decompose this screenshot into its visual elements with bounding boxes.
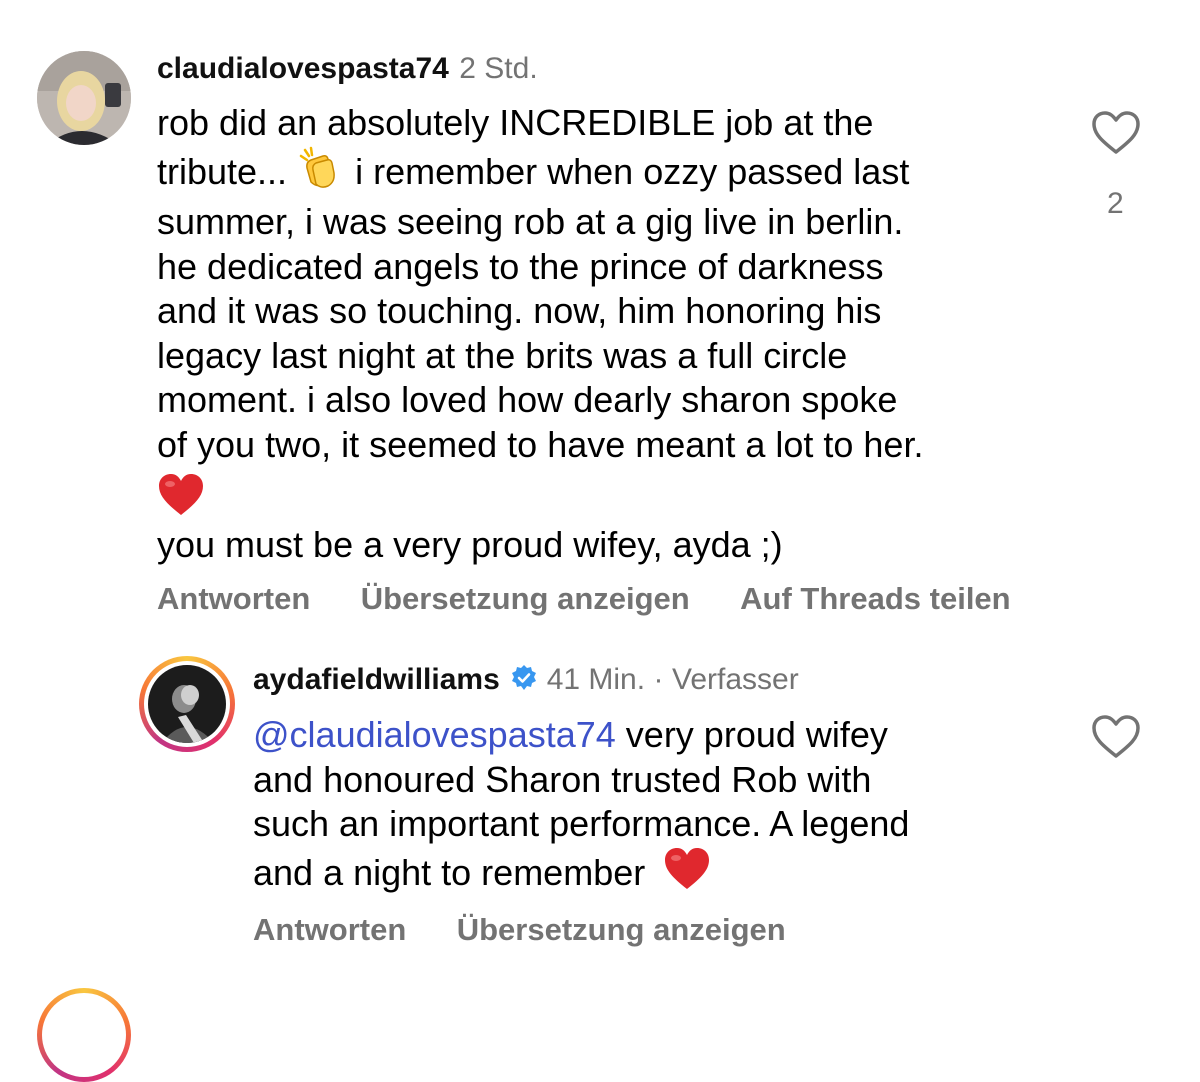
mention-link[interactable]: @claudialovespasta74	[253, 714, 616, 755]
timestamp: 2 Std.	[459, 52, 538, 85]
like-count: 2	[1107, 187, 1124, 220]
separator: ·	[653, 663, 664, 696]
comment-claudialovespasta74: claudialovespasta74 2 Std. rob did an ab…	[0, 0, 1200, 640]
avatar[interactable]	[37, 51, 131, 145]
username[interactable]: claudialovespasta74	[157, 52, 449, 85]
comment-body: @claudialovespasta74 very proud wifey an…	[253, 713, 909, 901]
comment-line: legacy last night at the brits was a ful…	[157, 334, 848, 376]
reply-button[interactable]: Antworten	[157, 581, 310, 616]
comment-actions: Antworten Übersetzung anzeigen Auf Threa…	[157, 581, 1011, 617]
comment-line: rob did an absolutely INCREDIBLE job at …	[157, 102, 874, 143]
comment-line: you must be a very proud wifey, ayda ;)	[157, 524, 783, 565]
comment-header: claudialovespasta74 2 Std.	[157, 52, 538, 86]
comment-line: summer, i was seeing rob at a gig live i…	[157, 201, 904, 242]
avatar-photo	[37, 51, 131, 145]
comment-text: very proud wifey	[625, 714, 888, 755]
comment-body: rob did an absolutely INCREDIBLE job at …	[157, 101, 923, 568]
comment-line: @claudialovespasta74 very proud wifey	[253, 713, 909, 758]
comment-line: and honoured Sharon trusted Rob with	[253, 758, 872, 800]
heart-outline-icon	[1092, 111, 1140, 154]
comment-header: aydafieldwilliams 41 Min. · Verfasser	[253, 663, 799, 697]
comment-text: i remember when ozzy passed last	[355, 150, 910, 192]
author-tag: Verfasser	[671, 663, 799, 696]
comment-line: tribute... i remember when ozzy passed l…	[157, 146, 923, 201]
translate-button[interactable]: Übersetzung anzeigen	[361, 581, 690, 616]
next-comment-avatar[interactable]	[37, 988, 131, 1082]
reply-button[interactable]: Antworten	[253, 912, 406, 947]
comment-line: moment. i also loved how dearly sharon s…	[157, 379, 898, 420]
comment-actions: Antworten Übersetzung anzeigen	[253, 912, 786, 948]
comment-line: he dedicated angels to the prince of dar…	[157, 245, 884, 287]
comment-line: such an important performance. A legend	[253, 803, 910, 844]
red-heart-emoji	[157, 467, 923, 525]
comment-line: and it was so touching. now, him honorin…	[157, 290, 882, 331]
clapping-hands-emoji	[297, 146, 341, 201]
avatar-photo	[148, 665, 226, 743]
username[interactable]: aydafieldwilliams	[253, 663, 500, 696]
like-button[interactable]	[1090, 714, 1142, 760]
comment-text: and a night to remember	[253, 851, 646, 893]
heart-outline-icon	[1092, 715, 1140, 758]
comment-line: of you two, it seemed to have meant a lo…	[157, 423, 924, 465]
avatar[interactable]	[139, 656, 235, 752]
like-button[interactable]	[1090, 110, 1142, 156]
comment-text: tribute...	[157, 150, 288, 192]
verified-badge-icon	[510, 664, 538, 697]
translate-button[interactable]: Übersetzung anzeigen	[457, 912, 786, 947]
timestamp: 41 Min.	[546, 663, 646, 696]
share-threads-button[interactable]: Auf Threads teilen	[740, 581, 1010, 616]
comment-line: and a night to remember	[253, 847, 909, 902]
red-heart-emoji	[663, 847, 711, 902]
reply-aydafieldwilliams: aydafieldwilliams 41 Min. · Verfasser @c…	[0, 640, 1200, 970]
